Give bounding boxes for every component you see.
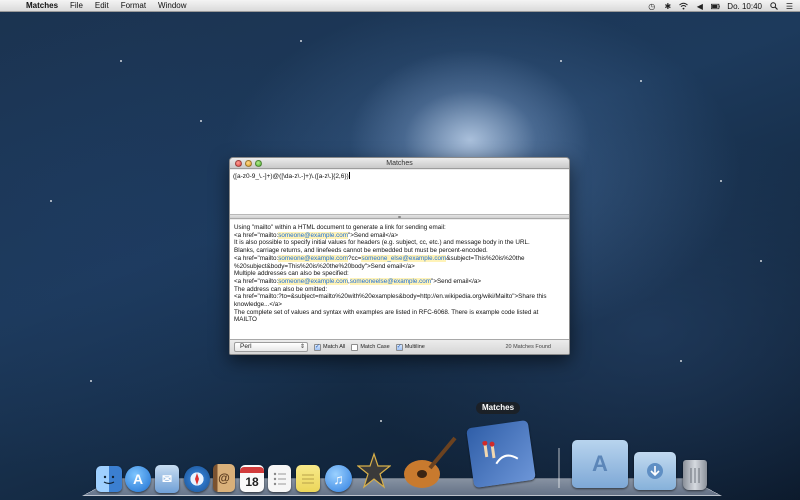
- menu-app-name[interactable]: Matches: [26, 1, 58, 10]
- sample-text-area[interactable]: Using "mailto" within a HTML document to…: [230, 220, 569, 339]
- imovie-icon[interactable]: [357, 452, 391, 492]
- regex-match-highlight: someone@example.com: [278, 231, 348, 239]
- applications-folder-icon[interactable]: A: [572, 440, 628, 488]
- itunes-icon[interactable]: ♫: [325, 465, 352, 492]
- close-window-button[interactable]: [235, 160, 242, 167]
- text-segment: MAILTO: [234, 316, 257, 324]
- window-titlebar[interactable]: Matches: [230, 158, 569, 169]
- sample-text-line: <a href="mailto:someone@example.com">Sen…: [234, 231, 565, 240]
- match-all-label: Match All: [323, 344, 346, 350]
- safari-icon[interactable]: [184, 466, 210, 492]
- trash-icon[interactable]: [683, 460, 707, 490]
- mail-icon[interactable]: ✉: [155, 465, 179, 493]
- regex-match-highlight: someone@example.com: [278, 254, 348, 262]
- text-segment: Blanks, carriage returns, and linefeeds …: [234, 247, 488, 255]
- battery-icon[interactable]: [711, 2, 721, 11]
- text-segment: It is also possible to specify initial v…: [234, 239, 530, 247]
- contacts-icon[interactable]: @: [213, 464, 235, 492]
- text-segment: %20subject&body=This%20is%20the%20body">…: [234, 262, 415, 270]
- text-segment: <a href="mailto:?to=&subject=mailto%20wi…: [234, 293, 547, 301]
- match-case-checkbox[interactable]: Match Case: [351, 343, 390, 351]
- text-segment: Using "mailto" within a HTML document to…: [234, 224, 446, 231]
- regex-flavor-select[interactable]: Perl ⇕: [234, 342, 308, 352]
- reminders-icon[interactable]: [268, 465, 291, 492]
- regex-text: ([a-z0-9_\.-]+)@([\da-z\.-]+)\.([a-z\.]{…: [233, 173, 349, 180]
- status-area: ◷ ✱ ◀ Do. 10:40 ☰: [647, 0, 794, 12]
- sample-text-line: The address can also be omitted:: [234, 286, 565, 294]
- menu-edit[interactable]: Edit: [95, 1, 109, 10]
- calendar-icon[interactable]: 18: [240, 465, 264, 492]
- sample-text-line: Blanks, carriage returns, and linefeeds …: [234, 247, 565, 255]
- text-segment: The address can also be omitted:: [234, 285, 328, 293]
- match-all-checkmark-icon: ✓: [314, 343, 321, 351]
- minimize-window-button[interactable]: [245, 160, 252, 167]
- match-case-box-icon: [351, 343, 359, 351]
- match-case-label: Match Case: [360, 344, 390, 350]
- sample-text-line: %20subject&body=This%20is%20the%20body">…: [234, 263, 565, 271]
- spotlight-search-icon[interactable]: [769, 2, 778, 11]
- menu-format[interactable]: Format: [121, 1, 146, 10]
- text-segment: ">Send email</a>: [431, 277, 482, 285]
- downloads-stack-icon[interactable]: [634, 452, 676, 490]
- select-arrows-icon: ⇕: [299, 344, 305, 350]
- text-segment: ">Send email</a>: [348, 231, 399, 239]
- sample-text-line: <a href="mailto:someone@example.com,some…: [234, 277, 565, 286]
- sample-text-line: The complete set of values and syntax wi…: [234, 309, 565, 317]
- calendar-day: 18: [245, 474, 259, 489]
- regex-match-highlight: someone@example.com: [278, 277, 348, 285]
- matches-window: Matches ([a-z0-9_\.-]+)@([\da-z\.-]+)\.(…: [229, 157, 570, 355]
- sample-text-line: It is also possible to specify initial v…: [234, 239, 565, 247]
- text-segment: ?cc=: [348, 254, 362, 262]
- dock-separator: [558, 448, 560, 488]
- regex-match-highlight: someoneelse@example.com: [349, 277, 432, 285]
- garageband-icon[interactable]: [400, 432, 460, 492]
- match-count: 20 Matches Found: [505, 344, 551, 350]
- regex-input[interactable]: ([a-z0-9_\.-]+)@([\da-z\.-]+)\.([a-z\.]{…: [230, 170, 569, 215]
- regex-flavor-value: Perl: [240, 343, 252, 350]
- sample-text-line: MAILTO: [234, 316, 565, 324]
- text-segment: <a href="mailto:: [234, 231, 279, 239]
- pane-splitter[interactable]: [230, 215, 569, 219]
- sample-text-line: Multiple addresses can also be specified…: [234, 270, 565, 278]
- menu-bar: Matches File Edit Format Window ◷ ✱ ◀ Do…: [0, 0, 800, 12]
- matches-icon[interactable]: [466, 419, 536, 489]
- dock-tooltip: Matches: [476, 402, 521, 414]
- text-segment: &subject=This%20is%20the: [446, 254, 525, 262]
- options-bar: Perl ⇕ ✓ Match All Match Case ✓ Multilin…: [230, 339, 569, 354]
- sample-text-line: knowledge...</a>: [234, 301, 565, 309]
- sample-text-line: <a href="mailto:someone@example.com?cc=s…: [234, 254, 565, 263]
- menu-file[interactable]: File: [70, 1, 83, 10]
- wifi-icon[interactable]: [679, 2, 689, 11]
- regex-match-highlight: someone_else@example.com: [361, 254, 447, 262]
- text-segment: The complete set of values and syntax wi…: [234, 308, 539, 316]
- text-segment: Multiple addresses can also be specified…: [234, 270, 349, 278]
- bluetooth-icon[interactable]: ✱: [663, 2, 672, 11]
- menu-clock[interactable]: Do. 10:40: [727, 2, 762, 11]
- zoom-window-button[interactable]: [255, 160, 262, 167]
- menu-window[interactable]: Window: [158, 1, 186, 10]
- volume-icon[interactable]: ◀: [695, 2, 704, 11]
- sample-text-line: Using "mailto" within a HTML document to…: [234, 224, 565, 232]
- time-machine-icon[interactable]: ◷: [647, 2, 656, 11]
- multiline-label: Multiline: [404, 344, 425, 350]
- multiline-checkmark-icon: ✓: [395, 343, 403, 351]
- notification-center-icon[interactable]: ☰: [785, 2, 794, 11]
- text-segment: knowledge...</a>: [234, 301, 282, 309]
- app-store-icon[interactable]: A: [125, 466, 151, 492]
- text-cursor: [348, 172, 350, 179]
- sample-text-line: <a href="mailto:?to=&subject=mailto%20wi…: [234, 293, 565, 301]
- notes-icon[interactable]: [296, 465, 320, 492]
- window-title: Matches: [386, 160, 413, 167]
- text-segment: <a href="mailto:: [234, 277, 279, 285]
- finder-icon[interactable]: [96, 466, 122, 492]
- text-segment: <a href="mailto:: [234, 254, 279, 262]
- multiline-checkbox[interactable]: ✓ Multiline: [395, 343, 425, 351]
- match-all-checkbox[interactable]: ✓ Match All: [314, 343, 346, 351]
